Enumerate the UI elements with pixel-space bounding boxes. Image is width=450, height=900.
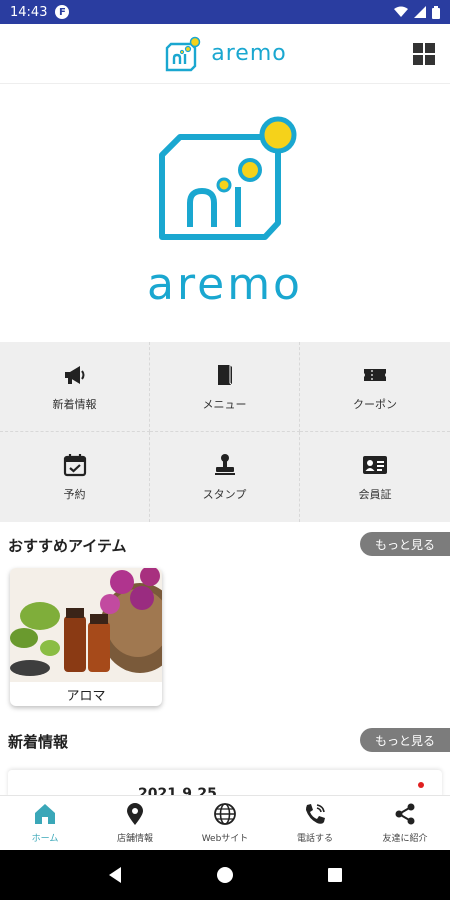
brand-name: aremo: [211, 41, 287, 66]
menu-member-card[interactable]: 会員証: [300, 432, 450, 522]
unread-dot: [418, 782, 424, 788]
item-name: アロマ: [66, 688, 106, 704]
system-navigation-bar: [0, 850, 450, 900]
nav-home[interactable]: ホーム: [0, 796, 90, 850]
menu-coupon[interactable]: クーポン: [300, 342, 450, 432]
app-bar: aremo: [0, 24, 450, 84]
status-time: 14:43: [10, 4, 48, 20]
nav-share[interactable]: 友達に紹介: [360, 796, 450, 850]
menu-menu[interactable]: メニュー: [150, 342, 300, 432]
nav-website[interactable]: Webサイト: [180, 796, 270, 850]
menu-reservation[interactable]: 予約: [0, 432, 150, 522]
app-notification-icon: F: [55, 5, 70, 19]
hero-logo-icon: [159, 116, 297, 240]
stamp-icon: [214, 454, 235, 475]
recommended-title: おすすめアイテム: [8, 536, 127, 555]
news-title: 新着情報: [8, 732, 69, 751]
back-icon[interactable]: [107, 866, 123, 884]
battery-icon: [432, 5, 440, 19]
share-icon: [395, 803, 415, 825]
recommended-section-header: おすすめアイテム もっと見る: [0, 532, 450, 558]
grid-menu-icon[interactable]: [412, 42, 436, 66]
news-section-header: 新着情報 もっと見る: [0, 728, 450, 754]
status-bar: 14:43 F: [0, 0, 450, 24]
menu-member-card-label: 会員証: [358, 488, 392, 501]
menu-news[interactable]: 新着情報: [0, 342, 150, 432]
recent-apps-icon[interactable]: [327, 867, 343, 883]
wifi-icon: [394, 6, 408, 17]
member-card-icon: [363, 456, 387, 474]
megaphone-icon: [64, 365, 84, 384]
hero-brand-name: aremo: [147, 258, 303, 310]
menu-news-label: 新着情報: [52, 397, 97, 411]
menu-menu-label: メニュー: [202, 397, 247, 411]
nav-share-label: 友達に紹介: [382, 834, 428, 844]
nav-home-label: ホーム: [31, 834, 59, 844]
ticket-icon: [364, 368, 386, 381]
aremo-logo-icon: [166, 36, 201, 71]
hero-banner: aremo: [0, 84, 450, 340]
menu-grid: 新着情報 メニュー クーポン 予約 スタンプ 会員証: [0, 342, 450, 522]
home-icon: [35, 804, 55, 824]
book-icon: [217, 364, 232, 385]
globe-icon: [214, 803, 236, 825]
calendar-check-icon: [63, 454, 86, 477]
nav-store-info-label: 店舗情報: [116, 834, 153, 844]
menu-reservation-label: 予約: [63, 488, 86, 501]
bottom-navigation: ホーム 店舗情報 Webサイト 電話する 友達に紹介: [0, 795, 450, 850]
nav-store-info[interactable]: 店舗情報: [90, 796, 180, 850]
status-icons: [394, 5, 440, 19]
phone-icon: [306, 804, 325, 824]
home-circle-icon[interactable]: [216, 866, 234, 884]
news-more-button[interactable]: もっと見る: [360, 728, 450, 752]
nav-phone[interactable]: 電話する: [270, 796, 360, 850]
recommended-more-button[interactable]: もっと見る: [360, 532, 450, 556]
location-pin-icon: [127, 803, 143, 825]
menu-stamp[interactable]: スタンプ: [150, 432, 300, 522]
item-card[interactable]: アロマ: [10, 568, 162, 706]
aroma-product-image: [10, 568, 162, 682]
nav-website-label: Webサイト: [201, 834, 249, 844]
brand-logo[interactable]: aremo: [163, 36, 286, 72]
menu-coupon-label: クーポン: [353, 397, 397, 411]
nav-phone-label: 電話する: [296, 834, 333, 844]
menu-stamp-label: スタンプ: [202, 488, 247, 501]
signal-icon: [414, 6, 426, 18]
